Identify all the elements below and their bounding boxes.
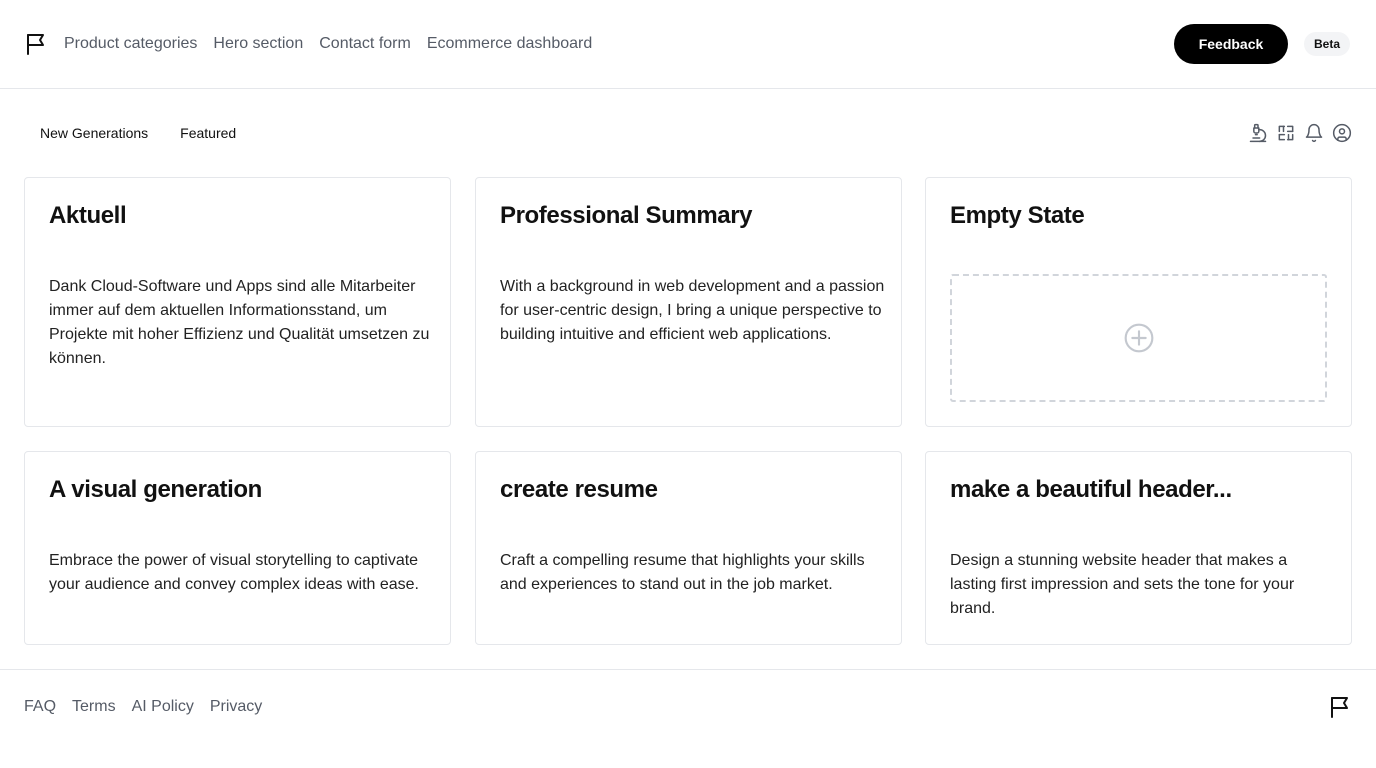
card-title: create resume (500, 476, 658, 503)
card-title: Aktuell (49, 202, 127, 229)
footer-link-privacy[interactable]: Privacy (210, 696, 262, 718)
nav-link-contact-form[interactable]: Contact form (319, 33, 411, 55)
card-description: Design a stunning website header that ma… (950, 552, 1295, 617)
main-nav: Product categories Hero section Contact … (64, 33, 592, 55)
nav-link-hero-section[interactable]: Hero section (213, 33, 303, 55)
card-description: Craft a compelling resume that highlight… (500, 552, 865, 593)
generation-card-create-resume[interactable]: create resume Craft a compelling resume … (475, 451, 902, 645)
tab-new-generations[interactable]: New Generations (24, 116, 164, 150)
flag-logo-icon[interactable] (1328, 695, 1352, 719)
tab-featured[interactable]: Featured (164, 116, 252, 150)
beta-badge: Beta (1304, 32, 1351, 56)
scan-icon[interactable] (1276, 121, 1296, 145)
microscope-icon[interactable] (1248, 121, 1268, 145)
card-title: make a beautiful header... (950, 476, 1232, 503)
footer: FAQ Terms AI Policy Privacy (0, 669, 1376, 768)
card-description: With a background in web development and… (500, 278, 885, 343)
generation-card-visual-generation[interactable]: A visual generation Embrace the power of… (24, 451, 451, 645)
card-description: Dank Cloud-Software und Apps sind alle M… (49, 278, 430, 367)
generation-tabs: New Generations Featured (24, 116, 252, 150)
footer-links: FAQ Terms AI Policy Privacy (24, 696, 262, 718)
generation-card-empty-state[interactable]: Empty State (925, 177, 1352, 427)
toolbar-icons (1248, 121, 1352, 145)
card-title: Empty State (950, 202, 1085, 229)
footer-link-ai-policy[interactable]: AI Policy (132, 696, 194, 718)
bell-icon[interactable] (1304, 121, 1324, 145)
user-circle-icon[interactable] (1332, 121, 1352, 145)
generation-card-beautiful-header[interactable]: make a beautiful header... Design a stun… (925, 451, 1352, 645)
card-title: A visual generation (49, 476, 262, 503)
flag-logo-icon[interactable] (24, 32, 48, 56)
footer-link-terms[interactable]: Terms (72, 696, 116, 718)
empty-state-dropzone[interactable] (950, 274, 1327, 402)
generation-card-aktuell[interactable]: Aktuell Dank Cloud-Software und Apps sin… (24, 177, 451, 427)
top-navbar: Product categories Hero section Contact … (0, 0, 1376, 89)
card-description: Embrace the power of visual storytelling… (49, 552, 419, 593)
feedback-button[interactable]: Feedback (1174, 24, 1288, 64)
nav-link-product-categories[interactable]: Product categories (64, 33, 197, 55)
generation-card-professional-summary[interactable]: Professional Summary With a background i… (475, 177, 902, 427)
footer-link-faq[interactable]: FAQ (24, 696, 56, 718)
plus-circle-icon (1124, 323, 1153, 353)
card-title: Professional Summary (500, 202, 753, 229)
nav-link-ecommerce-dashboard[interactable]: Ecommerce dashboard (427, 33, 592, 55)
